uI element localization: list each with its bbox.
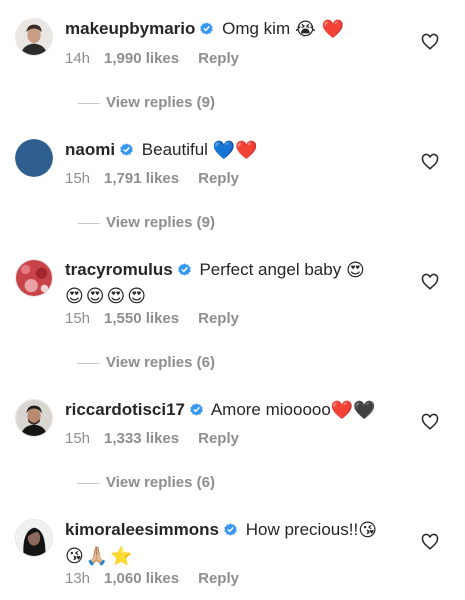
likes-count[interactable]: 1,550 likes: [104, 310, 179, 327]
emoji-sequence: 💙❤️: [212, 140, 258, 161]
emoji-sequence: ❤️🖤: [330, 400, 376, 421]
reply-button[interactable]: Reply: [198, 430, 239, 447]
avatar[interactable]: [15, 139, 53, 177]
replies-divider: [78, 362, 100, 364]
username[interactable]: riccardotisci17: [65, 400, 185, 419]
reply-button[interactable]: Reply: [198, 50, 239, 67]
red-photo-avatar-icon: [16, 260, 52, 296]
comment-meta: 15h 1,550 likes Reply: [65, 310, 258, 327]
view-replies-button[interactable]: View replies (9): [78, 94, 215, 111]
timestamp: 15h: [65, 430, 91, 447]
comment-text: riccardotisci17 Amore miooooo❤️🖤: [65, 397, 410, 423]
username[interactable]: kimoraleesimmons: [65, 520, 219, 539]
comment-body: Amore miooooo: [210, 400, 331, 419]
view-replies-label: View replies (9): [106, 94, 215, 111]
likes-count[interactable]: 1,990 likes: [104, 50, 179, 67]
username[interactable]: naomi: [65, 140, 115, 159]
replies-divider: [78, 482, 100, 484]
avatar[interactable]: [15, 519, 53, 557]
emoji-sequence: 😘: [358, 520, 377, 541]
verified-badge-icon: [119, 142, 134, 157]
verified-badge-icon: [177, 262, 192, 277]
woman-portrait-avatar-icon: [16, 520, 52, 556]
comment-text: kimoraleesimmons How precious!!😘 😘🙏🏼⭐: [65, 517, 410, 569]
comment-text: makeupbymario Omg kim 😭 ❤️: [65, 16, 410, 42]
verified-badge-icon: [189, 402, 204, 417]
likes-count[interactable]: 1,060 likes: [104, 570, 179, 587]
like-heart-icon[interactable]: [421, 33, 439, 51]
likes-count[interactable]: 1,333 likes: [104, 430, 179, 447]
username[interactable]: tracyromulus: [65, 260, 173, 279]
reply-button[interactable]: Reply: [198, 570, 239, 587]
like-heart-icon[interactable]: [421, 153, 439, 171]
comment-meta: 14h 1,990 likes Reply: [65, 50, 258, 67]
comment-body: Beautiful: [141, 140, 208, 159]
blue-circle-avatar-icon: [15, 139, 53, 177]
reply-button[interactable]: Reply: [198, 310, 239, 327]
emoji-sequence: 😭 ❤️: [294, 19, 345, 40]
replies-divider: [78, 102, 100, 104]
timestamp: 15h: [65, 170, 91, 187]
reply-button[interactable]: Reply: [198, 170, 239, 187]
comment-text: tracyromulus Perfect angel baby 😍 😍😍😍😍: [65, 257, 410, 309]
view-replies-label: View replies (9): [106, 214, 215, 231]
comment-body: Omg kim: [222, 19, 291, 38]
avatar[interactable]: [15, 18, 53, 56]
emoji-sequence-line2: 😘🙏🏼⭐: [65, 546, 135, 567]
comment-text: naomi Beautiful 💙❤️: [65, 137, 410, 163]
comment-meta: 15h 1,333 likes Reply: [65, 430, 258, 447]
view-replies-button[interactable]: View replies (6): [78, 354, 215, 371]
like-heart-icon[interactable]: [421, 273, 439, 291]
likes-count[interactable]: 1,791 likes: [104, 170, 179, 187]
avatar[interactable]: [15, 399, 53, 437]
like-heart-icon[interactable]: [421, 533, 439, 551]
avatar[interactable]: [15, 259, 53, 297]
verified-badge-icon: [199, 21, 214, 36]
man-portrait-avatar-icon: [16, 19, 52, 55]
comment-body: How precious!!: [245, 520, 359, 539]
emoji-sequence: 😍: [345, 260, 365, 281]
comment-meta: 15h 1,791 likes Reply: [65, 170, 258, 187]
view-replies-button[interactable]: View replies (9): [78, 214, 215, 231]
like-heart-icon[interactable]: [421, 413, 439, 431]
comment-meta: 13h 1,060 likes Reply: [65, 570, 258, 587]
view-replies-label: View replies (6): [106, 354, 215, 371]
comment-body: Perfect angel baby: [199, 260, 342, 279]
view-replies-label: View replies (6): [106, 474, 215, 491]
username[interactable]: makeupbymario: [65, 19, 195, 38]
timestamp: 14h: [65, 50, 91, 67]
replies-divider: [78, 222, 100, 224]
timestamp: 15h: [65, 310, 91, 327]
view-replies-button[interactable]: View replies (6): [78, 474, 215, 491]
timestamp: 13h: [65, 570, 91, 587]
verified-badge-icon: [223, 522, 238, 537]
man-portrait-avatar-icon: [16, 400, 52, 436]
emoji-sequence-line2: 😍😍😍😍: [65, 286, 149, 307]
